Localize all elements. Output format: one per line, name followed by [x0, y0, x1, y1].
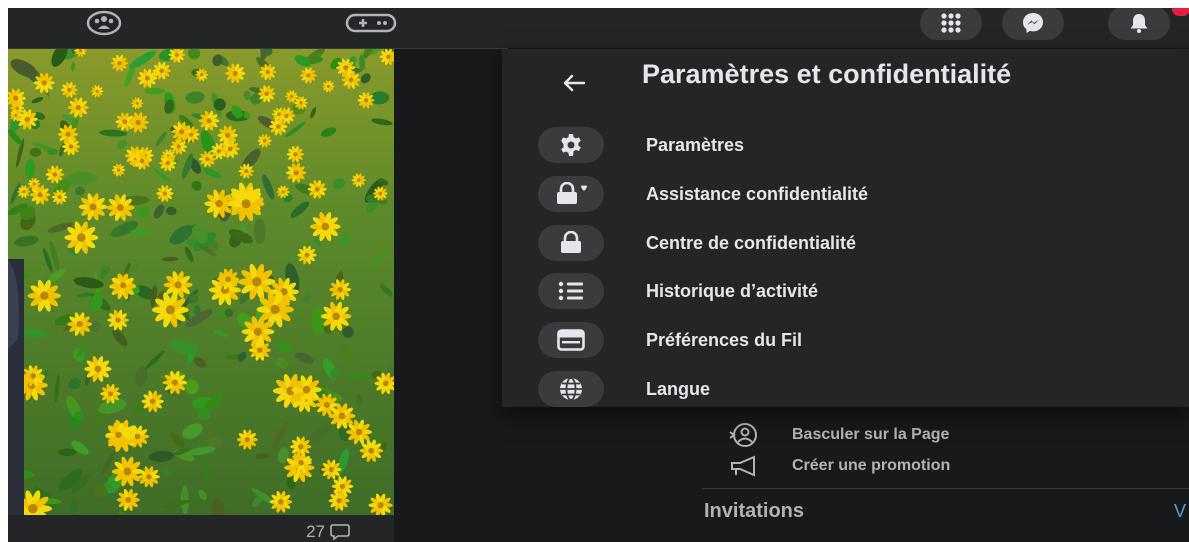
panel-title: Paramètres et confidentialité — [642, 59, 1012, 89]
create-promotion-link[interactable]: Créer une promotion — [728, 455, 950, 477]
invitations-heading: Invitations — [704, 500, 805, 522]
arrow-left-icon — [563, 74, 585, 92]
megaphone-icon — [731, 455, 755, 477]
switch-page-link[interactable]: Basculer sur la Page — [728, 422, 949, 448]
menu-item-privacy-center[interactable]: Centre de confidentialité — [538, 223, 1158, 263]
menu-grid-button[interactable] — [920, 8, 982, 40]
comment-count-value: 27 — [306, 522, 325, 541]
menu-item-label: Paramètres — [646, 134, 745, 155]
comment-count[interactable]: 27 — [306, 522, 350, 542]
list-icon — [538, 273, 604, 309]
messenger-button[interactable] — [1002, 8, 1064, 40]
comment-icon — [330, 524, 350, 541]
menu-item-language[interactable]: Langue — [538, 369, 1158, 409]
switch-page-label: Basculer sur la Page — [792, 426, 950, 443]
menu-item-settings[interactable]: Paramètres — [538, 125, 1158, 165]
post-footer: 27 — [8, 515, 394, 542]
notifications-button[interactable] — [1108, 8, 1170, 40]
menu-grid-icon — [941, 13, 961, 33]
gaming-icon[interactable] — [338, 8, 404, 38]
groups-icon[interactable] — [78, 8, 130, 38]
notification-badge — [1172, 8, 1189, 16]
switch-profile-icon — [729, 423, 757, 447]
menu-item-label: Assistance confidentialité — [646, 183, 869, 204]
lock-icon — [538, 225, 604, 261]
top-navigation — [8, 8, 1189, 48]
bell-icon — [1130, 14, 1148, 33]
section-divider — [702, 488, 1189, 489]
back-button[interactable] — [556, 65, 592, 101]
globe-icon — [538, 371, 604, 407]
menu-item-label: Historique d’activité — [646, 280, 819, 301]
menu-item-label: Préférences du Fil — [646, 329, 803, 350]
create-promotion-label: Créer une promotion — [792, 457, 951, 474]
menu-item-label: Centre de confidentialité — [646, 232, 857, 253]
menu-item-feed-preferences[interactable]: Préférences du Fil — [538, 320, 1158, 360]
app-frame: 27 Basculer sur la Page Créer une promot… — [8, 8, 1189, 542]
flower-field-image — [8, 49, 394, 515]
feed-icon — [538, 322, 604, 358]
menu-item-privacy-checkup[interactable]: Assistance confidentialité — [538, 174, 1158, 214]
settings-privacy-menu: Paramètres et confidentialité Paramètres… — [502, 49, 1189, 407]
messenger-icon — [1023, 13, 1043, 33]
lock-heart-icon — [538, 176, 604, 212]
menu-item-label: Langue — [646, 378, 711, 399]
gear-icon — [538, 127, 604, 163]
post-photo[interactable] — [8, 49, 394, 515]
menu-item-activity-log[interactable]: Historique d’activité — [538, 271, 1158, 311]
see-all-link[interactable]: V — [1174, 501, 1186, 522]
